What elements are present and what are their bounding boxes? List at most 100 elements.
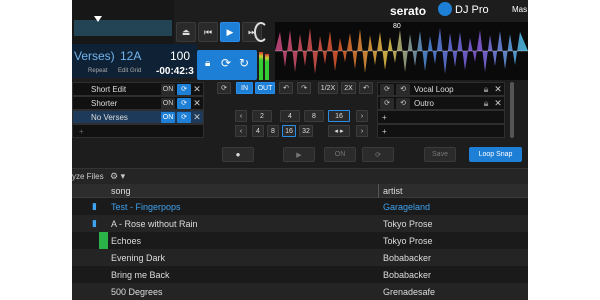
deck-info: Verses) 12A 100 Repeat Edit Grid -00:42:… <box>72 44 197 78</box>
loop-double-button[interactable]: 2X <box>341 82 356 94</box>
previous-button[interactable]: ⏮ <box>198 22 218 42</box>
saved-loop-label: Vocal Loop <box>414 84 454 94</box>
waveform-graphic <box>275 28 528 74</box>
cue-loop-icon[interactable]: ⟳ <box>177 97 191 109</box>
save-button[interactable]: Save <box>424 147 456 162</box>
close-icon[interactable]: ✕ <box>492 98 504 109</box>
loop-size-reset-button[interactable]: ↶ <box>359 82 373 94</box>
saved-loop-row[interactable]: ⟳ ⟲ Outro 🔒︎ ✕ <box>377 96 505 110</box>
loop-snap-button[interactable]: Loop Snap <box>469 147 522 162</box>
saved-loop-add-row[interactable]: + <box>377 124 505 138</box>
sync-icon: ⟳ <box>221 56 232 70</box>
reloop-icon: ⟲ <box>396 83 410 95</box>
play-loop-button[interactable]: ▶ <box>283 147 315 162</box>
play-icon: ▶ <box>296 151 302 159</box>
table-row[interactable]: ▮ A - Rose without Rain Tokyo Prose <box>72 215 528 232</box>
close-icon[interactable]: ✕ <box>191 98 203 109</box>
lock-icon[interactable]: 🔒︎ <box>480 98 492 109</box>
table-row[interactable]: Echoes Tokyo Prose <box>72 232 528 249</box>
sync-panel[interactable]: 🔒︎ ⟳ ↻ <box>197 50 257 80</box>
lock-icon[interactable]: 🔒︎ <box>480 84 492 95</box>
main-waveform[interactable]: 80 <box>275 22 528 80</box>
mini-waveform[interactable] <box>74 16 172 36</box>
play-icon: ▶ <box>226 26 234 37</box>
auto-loop-size[interactable]: 8 <box>304 110 324 122</box>
cue-label: Short Edit <box>91 84 127 94</box>
auto-loop-size-active[interactable]: 16 <box>328 110 350 122</box>
beat-jump-size[interactable]: 4 <box>252 125 264 137</box>
song-cell: A - Rose without Rain <box>111 218 198 229</box>
table-row[interactable]: 500 Degrees Grenadesafe <box>72 283 528 300</box>
cue-loop-icon[interactable]: ⟳ <box>177 83 191 95</box>
play-button[interactable]: ▶ <box>220 22 240 42</box>
close-icon[interactable]: ✕ <box>191 84 203 95</box>
beat-jump-next-button[interactable]: › <box>356 125 368 137</box>
cue-loop-icon[interactable]: ⟳ <box>177 111 191 123</box>
analyze-files-button[interactable]: yze Files <box>72 172 104 181</box>
platter-icon[interactable] <box>254 22 268 42</box>
song-cell: Bring me Back <box>111 269 170 280</box>
add-icon[interactable]: + <box>378 113 504 122</box>
chevron-right-icon: › <box>360 127 364 135</box>
auto-loop-size[interactable]: 4 <box>280 110 300 122</box>
repeat-button[interactable]: Repeat <box>88 68 107 74</box>
scrollbar[interactable] <box>510 82 514 138</box>
loop-shift-back-button[interactable]: ↶ <box>279 82 293 94</box>
close-icon[interactable]: ✕ <box>191 112 203 123</box>
artist-cell: Grenadesafe <box>383 286 436 297</box>
table-row[interactable]: Bring me Back Bobabacker <box>72 266 528 283</box>
library-toolbar: yze Files ⚙ ▾ <box>72 168 528 184</box>
loaded-deck-icon: ▮ <box>92 201 97 211</box>
library-table-header: song artist <box>72 184 528 198</box>
loop-on-button[interactable]: ON <box>324 147 356 162</box>
loop-shift-forward-button[interactable]: ↷ <box>297 82 311 94</box>
record-button[interactable]: ● <box>222 147 254 162</box>
loop-out-button[interactable]: OUT <box>255 82 275 94</box>
cue-label: Shorter <box>91 98 118 108</box>
loop-reloop-button[interactable]: ⟳ <box>217 82 231 94</box>
loop-half-button[interactable]: 1/2X <box>318 82 338 94</box>
auto-loop-next-button[interactable]: › <box>356 110 368 122</box>
column-artist-header[interactable]: artist <box>383 186 403 196</box>
beat-jump-size-active[interactable]: 16 <box>282 125 296 137</box>
reloop-icon: ⟳ <box>221 85 227 92</box>
auto-loop-size[interactable]: 2 <box>252 110 272 122</box>
cue-row[interactable]: Short Edit ON ⟳ ✕ <box>72 82 204 96</box>
record-icon: ● <box>235 150 241 159</box>
color-tag <box>99 232 108 249</box>
loop-in-button[interactable]: IN <box>236 82 253 94</box>
auto-loop-prev-button[interactable]: ‹ <box>235 110 247 122</box>
add-icon[interactable]: + <box>73 127 203 136</box>
level-meter-right <box>265 54 269 80</box>
settings-gear-icon[interactable]: ⚙ ▾ <box>110 171 125 182</box>
beat-marker-label: 80 <box>393 23 401 30</box>
table-row[interactable]: Evening Dark Bobabacker <box>72 249 528 266</box>
beat-jump-button[interactable]: ◂·▸ <box>328 125 350 137</box>
beat-jump-size[interactable]: 8 <box>267 125 279 137</box>
cue-row[interactable]: No Verses ON ⟳ ✕ <box>72 110 204 124</box>
cue-on-toggle[interactable]: ON <box>161 97 175 109</box>
saved-loop-row[interactable]: ⟳ ⟲ Vocal Loop 🔒︎ ✕ <box>377 82 505 96</box>
column-song-header[interactable]: song <box>111 186 131 196</box>
artist-cell: Tokyo Prose <box>383 218 433 229</box>
eject-button[interactable]: ⏏ <box>176 22 196 42</box>
cue-on-toggle[interactable]: ON <box>161 111 175 123</box>
cue-on-toggle[interactable]: ON <box>161 83 175 95</box>
beat-jump-size[interactable]: 32 <box>299 125 313 137</box>
beat-jump-prev-button[interactable]: ‹ <box>235 125 247 137</box>
edit-grid-button[interactable]: Edit Grid <box>118 68 141 74</box>
reset-icon: ↶ <box>363 85 369 92</box>
song-cell: Evening Dark <box>111 252 166 263</box>
cue-row[interactable]: Shorter ON ⟳ ✕ <box>72 96 204 110</box>
loop-icon: ⟳ <box>380 97 394 109</box>
saved-loop-add-row[interactable]: + <box>377 110 505 124</box>
cue-label: No Verses <box>91 112 128 122</box>
beat-jump-icon: ◂·▸ <box>334 128 344 135</box>
cue-add-row[interactable]: + <box>72 124 204 138</box>
artist-cell: Bobabacker <box>383 269 432 280</box>
serato-logo: serato <box>390 4 427 18</box>
repeat-toggle-button[interactable]: ⟳ <box>362 147 394 162</box>
close-icon[interactable]: ✕ <box>492 84 504 95</box>
add-icon[interactable]: + <box>378 127 504 136</box>
table-row[interactable]: ▮ Test - Fingerpops Garageland <box>72 198 528 215</box>
